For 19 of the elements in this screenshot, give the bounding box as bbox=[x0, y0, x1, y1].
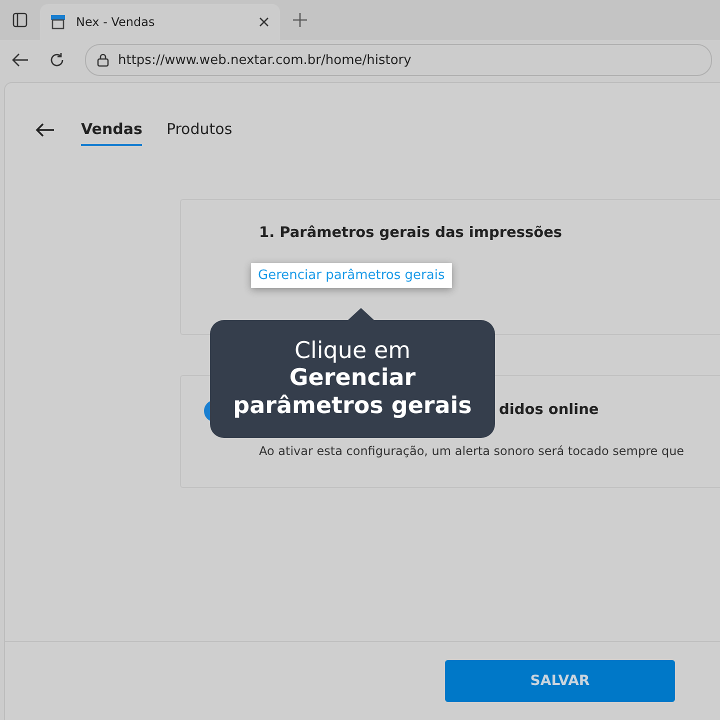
section-description: Ao ativar esta configuração, um alerta sonoro será tocado sempre que bbox=[259, 444, 684, 458]
new-tab-icon[interactable] bbox=[292, 12, 308, 28]
back-icon[interactable] bbox=[11, 52, 29, 68]
tooltip-emphasis: Gerenciar parâmetros gerais bbox=[232, 365, 473, 420]
back-arrow-icon[interactable] bbox=[35, 122, 55, 138]
section-title: 1. Parâmetros gerais das impressões bbox=[259, 225, 564, 241]
close-icon[interactable] bbox=[258, 16, 270, 28]
store-icon bbox=[50, 14, 66, 30]
tooltip-text: Clique em bbox=[294, 338, 411, 366]
tab-actions-icon[interactable] bbox=[12, 12, 28, 28]
lock-icon bbox=[96, 53, 110, 67]
section-title: didos online bbox=[499, 402, 599, 418]
address-bar[interactable]: https://www.web.nextar.com.br/home/history bbox=[85, 44, 712, 76]
reload-icon[interactable] bbox=[49, 52, 65, 68]
tab[interactable]: Produtos bbox=[166, 114, 232, 146]
url-text: https://www.web.nextar.com.br/home/history bbox=[118, 52, 412, 68]
tab[interactable]: Vendas bbox=[81, 114, 142, 146]
browser-tab[interactable]: Nex - Vendas bbox=[40, 4, 280, 40]
tab-title: Nex - Vendas bbox=[76, 15, 156, 29]
